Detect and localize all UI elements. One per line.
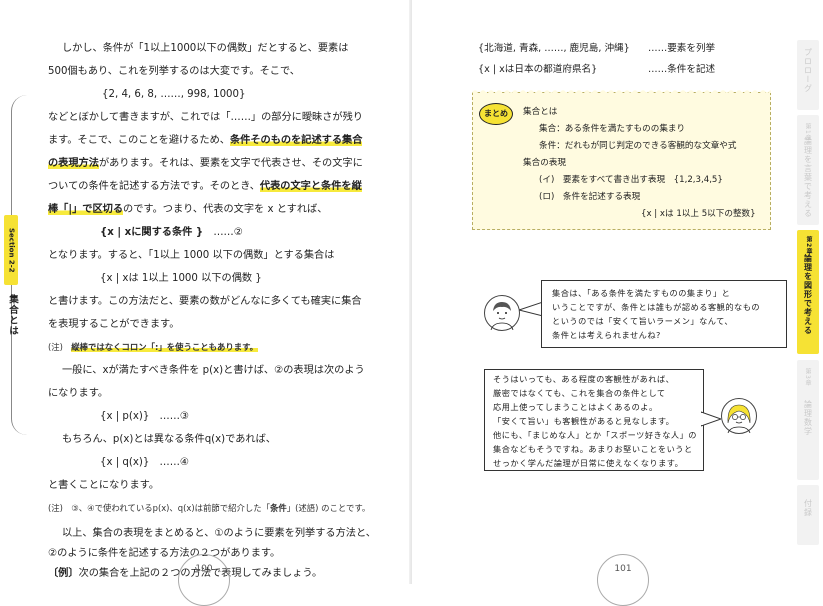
- summary-line: (ロ) 条件を記述する表現: [539, 192, 641, 202]
- boy-avatar-icon: [484, 295, 520, 331]
- formula-line: {x | xに関する条件 } ……②: [100, 226, 243, 239]
- text-run: ます。そこで、このことを避けるため、: [48, 135, 230, 146]
- girl-avatar-icon: [721, 398, 757, 434]
- highlight: の表現方法: [48, 158, 99, 169]
- bubble-line: せっかく学んだ論理が日常に使えなくなります。: [493, 458, 684, 468]
- note-mark: (注): [48, 342, 63, 352]
- bubble-line: 厳密ではなくても、これを集合の条件として: [493, 388, 666, 398]
- body-line: 一般に、xが満たすべき条件を p(x)と書けば、②の表現は次のよう: [62, 365, 365, 376]
- tab-prologue[interactable]: プロローグ: [797, 40, 819, 110]
- left-page: Section 2-2 集合とは しかし、条件が「1以上1000以下の偶数」だと…: [0, 0, 411, 606]
- note-line: (注) ③、④で使われているp(x)、q(x)は前節で紹介した「条件」(述語) …: [48, 502, 370, 515]
- section-tab: Section 2-2: [4, 215, 18, 285]
- summary-badge: まとめ: [479, 103, 513, 125]
- page-number: 101: [597, 554, 649, 606]
- tab-chapter-1[interactable]: 論理を言葉で考える 第1章: [797, 115, 819, 225]
- example-note: ……要素を列挙: [648, 43, 716, 54]
- girl-face-icon: [727, 404, 751, 434]
- text-run: 」(述語) のことです。: [286, 503, 371, 513]
- section-title: 集合とは: [7, 294, 18, 336]
- example-line: {x | xは日本の都道府県名}: [478, 64, 598, 75]
- bubble-line: 条件とは考えられませんね?: [552, 330, 661, 340]
- body-line: の表現方法があります。それは、要素を文字で代表させ、その文字に: [48, 157, 363, 170]
- body-line: と書けます。この方法だと、要素の数がどんなに多くても確実に集合: [48, 296, 362, 307]
- tab-appendix[interactable]: 付録: [797, 485, 819, 545]
- tab-chapter-number: 第3章: [804, 368, 811, 387]
- tab-chapter-number: 第1章: [804, 123, 811, 142]
- bubble-line: 集合は、「ある条件を満たすものの集まり」と: [552, 288, 731, 298]
- text-run: ついての条件を記述する方法です。そのとき、: [48, 181, 260, 192]
- formula-line: {x | xは 1以上 1000 以下の偶数 }: [100, 273, 262, 284]
- bubble-tail: [519, 301, 543, 317]
- bubble-line: 「安くて旨い」も客観性があると見なします。: [493, 416, 675, 426]
- formula-3: {x | p(x)}: [100, 411, 150, 422]
- body-line: ます。そこで、このことを避けるため、条件そのものを記述する集合: [48, 134, 363, 147]
- summary-line: 集合とは: [523, 107, 558, 117]
- formula-line: {x | q(x)} ……④: [100, 456, 189, 469]
- body-line: 棒「|」で区切るのです。つまり、代表の文字を x とすれば、: [48, 203, 327, 216]
- text-run: (注) ③、④で使われているp(x)、q(x)は前節で紹介した「: [48, 503, 270, 513]
- speech-bubble-1: 集合は、「ある条件を満たすものの集まり」と いうことですが、条件とは誰もが認める…: [541, 280, 787, 348]
- tab-chapter-2[interactable]: 第2章 論理を図形で考える: [797, 230, 819, 354]
- bubble-line: いうことですが、条件とは誰もが認める客観的なもの: [552, 302, 761, 312]
- body-line: ②のように条件を記述する方法の２つがあります。: [48, 548, 281, 559]
- body-line: になります。: [48, 388, 109, 399]
- formula-ref: ……②: [213, 227, 243, 238]
- summary-line: 条件：だれもが同じ判定のできる客観的な文章や式: [539, 141, 737, 151]
- bubble-tail: [701, 411, 721, 427]
- formula-ref: ……③: [159, 411, 190, 422]
- section-tab-label: Section 2-2: [7, 227, 16, 273]
- body-line: 500個もあり、これを列挙するのは大変です。そこで、: [48, 66, 300, 77]
- highlight: 代表の文字と条件を縦: [259, 181, 362, 192]
- example-mark: 〔例〕: [48, 568, 79, 579]
- body-line: しかし、条件が「1以上1000以下の偶数」だとすると、要素は: [62, 43, 349, 54]
- right-page: {北海道, 青森, ……, 鹿児島, 沖縄} ……要素を列挙 {x | xは日本…: [412, 0, 823, 606]
- formula-line: {2, 4, 6, 8, ……, 998, 1000}: [102, 89, 246, 100]
- body-line: となります。すると、「1以上 1000 以下の偶数」とする集合は: [48, 250, 335, 261]
- formula-line: {x | p(x)} ……③: [100, 410, 189, 423]
- body-line: と書くことになります。: [48, 480, 160, 491]
- boy-face-icon: [490, 302, 514, 331]
- summary-line: 集合の表現: [523, 158, 566, 168]
- bubble-line: 応用上使ってしまうことはよくあるのよ。: [493, 402, 658, 412]
- body-line: もちろん、p(x)とは異なる条件q(x)であれば、: [62, 434, 276, 445]
- tab-chapter-number: 第2章: [805, 236, 812, 256]
- example-note: ……条件を記述: [648, 64, 716, 75]
- formula-4: {x | q(x)}: [100, 457, 150, 468]
- term: 条件: [270, 503, 287, 513]
- tab-chapter-3[interactable]: 第3章 論理数学: [797, 360, 819, 480]
- page-number: 100: [178, 554, 230, 606]
- summary-line: 集合：ある条件を満たすものの集まり: [539, 124, 686, 134]
- tab-label: 付録: [803, 499, 813, 517]
- formula-ref: ……④: [159, 457, 190, 468]
- highlight: 棒「|」で区切る: [48, 204, 124, 215]
- formula-2: {x | xに関する条件 }: [100, 227, 204, 238]
- example-line: {北海道, 青森, ……, 鹿児島, 沖縄}: [478, 43, 630, 54]
- highlight: 条件そのものを記述する集合: [229, 135, 363, 146]
- body-line: ついての条件を記述する方法です。そのとき、代表の文字と条件を縦: [48, 180, 362, 193]
- body-line: 以上、集合の表現をまとめると、①のように要素を列挙する方法と、: [62, 528, 376, 539]
- note-line: (注) 縦棒ではなくコロン「:」を使うこともあります。: [48, 341, 259, 354]
- bubble-line: 集合などもそうですね。あまりお堅いことをいうと: [493, 444, 693, 454]
- page-number-text: 100: [195, 564, 213, 574]
- summary-line: (イ) 要素をすべて書き出す表現 {1,2,3,4,5}: [539, 175, 723, 185]
- note-highlight: 縦棒ではなくコロン「:」を使うこともあります。: [71, 342, 259, 352]
- summary-line: {x | xは 1以上 5以下の整数}: [641, 209, 756, 219]
- tab-label: プロローグ: [803, 48, 813, 93]
- bubble-line: 他にも、「まじめな人」とか「スポーツ好きな人」の: [493, 430, 697, 440]
- body-line: などとぼかして書きますが、これでは「……」の部分に曖昧さが残り: [48, 112, 363, 123]
- bubble-line: そうはいっても、ある程度の客観性があれば、: [493, 374, 675, 384]
- page-number-text: 101: [614, 564, 632, 574]
- text-run: のです。つまり、代表の文字を x とすれば、: [123, 204, 328, 215]
- speech-bubble-2: そうはいっても、ある程度の客観性があれば、 厳密ではなくても、これを集合の条件と…: [484, 369, 704, 471]
- text-run: があります。それは、要素を文字で代表させ、その文字に: [98, 158, 363, 169]
- summary-box: まとめ 集合とは 集合：ある条件を満たすものの集まり 条件：だれもが同じ判定ので…: [472, 87, 771, 230]
- bubble-line: というのでは「安くて旨いラーメン」なんて、: [552, 316, 734, 326]
- body-line: を表現することができます。: [48, 319, 180, 330]
